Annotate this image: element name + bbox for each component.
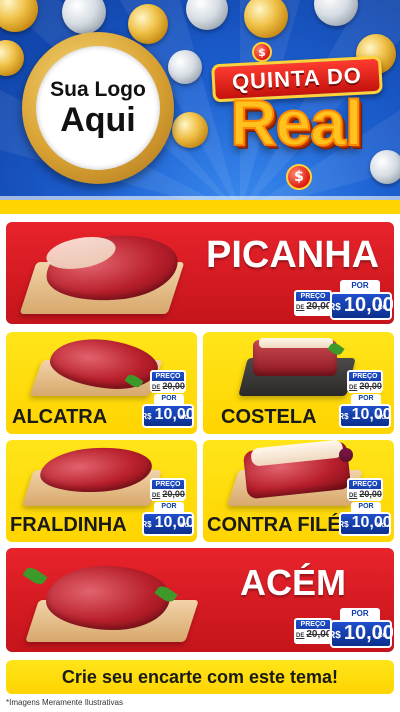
logo-line1: Sua Logo [50,78,146,101]
old-price: 20,00 [359,489,382,499]
old-price: 20,00 [162,489,185,499]
meat-image [46,566,170,630]
product-card-acem[interactable]: ACÉM PREÇO DE 20,00 POR R$ 10,00 KG [6,548,394,652]
footnote: *Imagens Meramente Ilustrativas [6,698,123,707]
product-card-costela[interactable]: COSTELA PREÇO DE 20,00 POR R$ 10,00 KG [203,332,394,434]
header-banner: Sua Logo Aqui $ QUINTA DO Real $ [0,0,400,214]
price-tag: PREÇO DE 20,00 POR R$ 10,00 KG [294,608,394,648]
title-main-text: Real [229,87,363,159]
product-card-picanha[interactable]: PICANHA PREÇO DE 20,00 POR R$ 10,00 KG [6,222,394,324]
promo-title: $ QUINTA DO Real $ [196,36,396,206]
flyer-page: Sua Logo Aqui $ QUINTA DO Real $ PICANHA… [0,0,400,712]
product-name: COSTELA [221,406,317,428]
old-price: 20,00 [162,381,185,391]
onion-icon [339,448,353,462]
coin-icon [128,4,168,44]
product-card-contra-file[interactable]: CONTRA FILÉ PREÇO DE 20,00 POR R$ 10,00 KG [203,440,394,542]
price-tag: PREÇO DE 20,00 POR R$ 10,00 KG [327,478,392,540]
cta-banner[interactable]: Crie seu encarte com este tema! [6,660,394,694]
price-tag: PREÇO DE 20,00 POR R$ 10,00 KG [294,280,394,320]
price-tag: PREÇO DE 20,00 POR R$ 10,00 KG [327,370,392,432]
product-card-alcatra[interactable]: ALCATRA PREÇO DE 20,00 POR R$ 10,00 KG [6,332,197,434]
logo-placeholder[interactable]: Sua Logo Aqui [22,32,174,184]
dollar-coin-icon: $ [252,42,272,62]
herb-icon [22,564,48,588]
product-name: CONTRA FILÉ [207,514,341,536]
dollar-coin-icon: $ [286,164,312,190]
product-name: PICANHA [206,234,380,276]
price-tag: PREÇO DE 20,00 POR R$ 10,00 KG [130,478,195,540]
logo-line2: Aqui [60,101,136,139]
product-name: ALCATRA [12,406,108,428]
product-name: FRALDINHA [10,514,127,536]
product-card-fraldinha[interactable]: FRALDINHA PREÇO DE 20,00 POR R$ 10,00 KG [6,440,197,542]
product-grid: PICANHA PREÇO DE 20,00 POR R$ 10,00 KG ALCA… [0,214,400,712]
price-tag: PREÇO DE 20,00 POR R$ 10,00 KG [130,370,195,432]
product-name: ACÉM [240,562,346,603]
old-price: 20,00 [359,381,382,391]
